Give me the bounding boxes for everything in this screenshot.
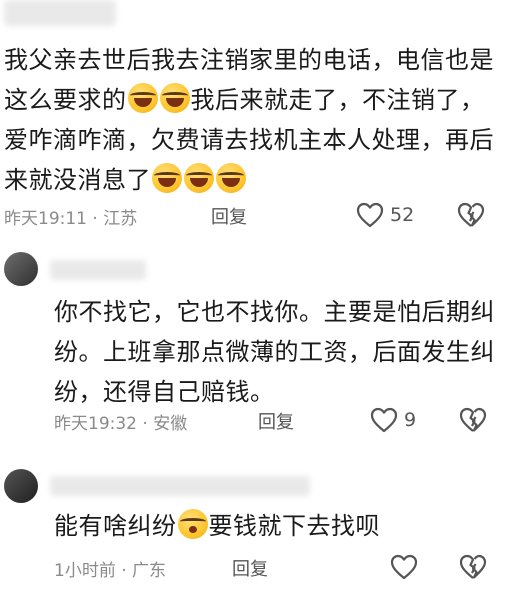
comment-3-reply-button[interactable]: 回复 [232, 555, 268, 581]
laughing-emoji-icon [152, 163, 182, 193]
comment-3-text: 能有啥纠纷 要钱就下去找呗 [54, 507, 504, 545]
comment-3-dislike-button[interactable] [459, 554, 487, 584]
comment-2-location: 安徽 [153, 414, 188, 434]
comment-2-time: 昨天19:32 [54, 414, 137, 434]
comment-3-meta: 1小时前 · 广东 [54, 561, 167, 581]
blowing-kiss-emoji-icon [177, 509, 208, 539]
laughing-emoji-icon [184, 163, 214, 193]
comment-1-like-button[interactable]: 52 [356, 202, 414, 228]
heart-outline-icon [356, 202, 384, 228]
comment-1-dislike-button[interactable] [457, 202, 485, 232]
censored-username-2 [50, 260, 146, 280]
comment-3-text-part-2: 要钱就下去找呗 [208, 512, 380, 540]
comment-1-text: 我父亲去世后我去注销家里的电话，电信也是这么要求的 我后来就走了，不注销了，爱咋滴… [4, 40, 504, 200]
comment-3-location: 广东 [132, 561, 167, 581]
comment-2-like-button[interactable]: 9 [370, 407, 416, 433]
comment-1-like-count: 52 [390, 204, 415, 226]
comment-3-text-part-1: 能有啥纠纷 [54, 512, 177, 540]
comment-3-like-button[interactable] [390, 554, 418, 580]
broken-heart-icon [457, 202, 485, 227]
comment-2-like-count: 9 [404, 409, 417, 431]
censored-username-1 [4, 0, 116, 26]
comment-2-meta: 昨天19:32 · 安徽 [54, 414, 188, 434]
comment-2-text: 你不找它，它也不找你。主要是怕后期纠纷。上班拿那点微薄的工资，后面发生纠纷，还得… [54, 298, 495, 406]
comment-1-meta: 昨天19:11 · 江苏 [4, 209, 138, 229]
comment-2-reply-button[interactable]: 回复 [258, 408, 294, 434]
laughing-emoji-icon [127, 83, 158, 113]
comment-1-reply-button[interactable]: 回复 [211, 203, 247, 229]
comment-3-time: 1小时前 [54, 561, 116, 581]
censored-username-3 [50, 476, 310, 496]
comment-1-time: 昨天19:11 [4, 209, 87, 229]
user-3-avatar[interactable] [4, 469, 38, 503]
comment-1-location: 江苏 [103, 209, 138, 229]
broken-heart-icon [459, 407, 487, 432]
user-2-avatar[interactable] [4, 252, 38, 286]
laughing-emoji-icon [159, 83, 190, 113]
broken-heart-icon [459, 554, 487, 579]
heart-outline-icon [390, 554, 418, 580]
laughing-emoji-icon [216, 163, 246, 193]
comment-2-dislike-button[interactable] [459, 407, 487, 437]
heart-outline-icon [370, 407, 398, 433]
